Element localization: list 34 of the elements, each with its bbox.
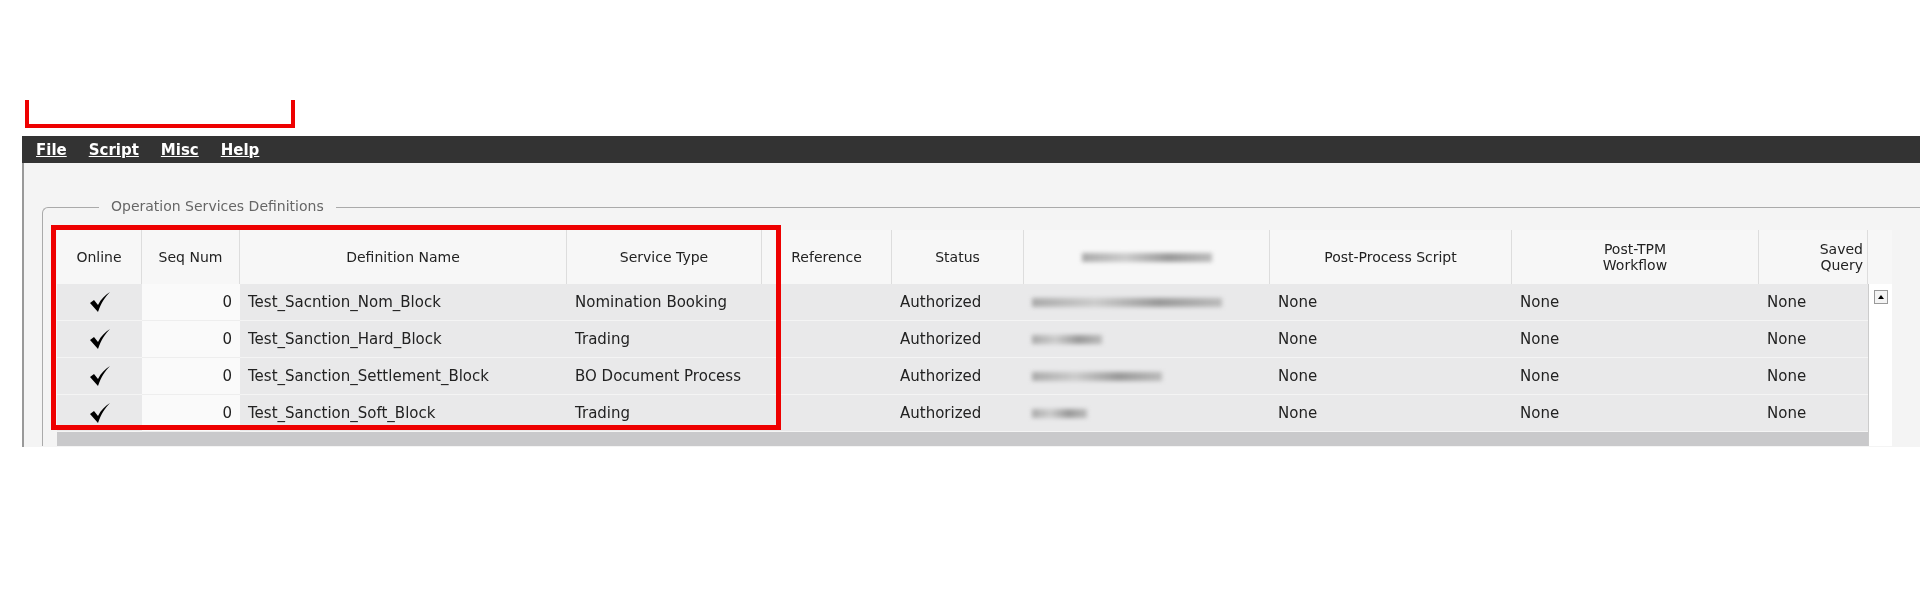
redacted-text: [1032, 408, 1087, 418]
table-cell: None: [1512, 358, 1759, 394]
table-cell: 0: [142, 358, 240, 395]
table-cell: None: [1270, 321, 1512, 357]
menu-item[interactable]: Misc: [160, 140, 199, 159]
table-cell: None: [1759, 284, 1868, 320]
table-cell: Trading: [567, 321, 762, 357]
scrollbar[interactable]: [1868, 284, 1892, 446]
table-cell: 0: [142, 321, 240, 358]
menu-item[interactable]: File: [36, 140, 67, 159]
table-cell: None: [1270, 358, 1512, 394]
redacted-text: [1032, 334, 1102, 344]
table-cell: Authorized: [892, 321, 1024, 357]
table-cell: Test_Sanction_Settlement_Block: [240, 358, 567, 394]
table-cell: None: [1759, 395, 1868, 431]
table-cell: Test_Sanction_Hard_Block: [240, 321, 567, 357]
table-cell: None: [1759, 358, 1868, 394]
table-cell: BO Document Process: [567, 358, 762, 394]
menu-item[interactable]: Help: [220, 140, 260, 159]
table-cell: Authorized: [892, 358, 1024, 394]
group-title: Operation Services Definitions: [99, 198, 336, 214]
table-cell: None: [1759, 321, 1868, 357]
table-cell: None: [1512, 395, 1759, 431]
table-cell: None: [1512, 321, 1759, 357]
table-cell: None: [1270, 284, 1512, 320]
table-cell: None: [1270, 395, 1512, 431]
scroll-up-icon[interactable]: [1873, 290, 1888, 304]
table-cell: Authorized: [892, 284, 1024, 320]
table-cell: None: [1512, 284, 1759, 320]
menu-item[interactable]: Script: [88, 140, 139, 159]
table-cell: Nomination Booking: [567, 284, 762, 320]
table-cell: Authorized: [892, 395, 1024, 431]
table-cell: Test_Sacntion_Nom_Block: [240, 284, 567, 320]
table-cell: 0: [142, 284, 240, 321]
